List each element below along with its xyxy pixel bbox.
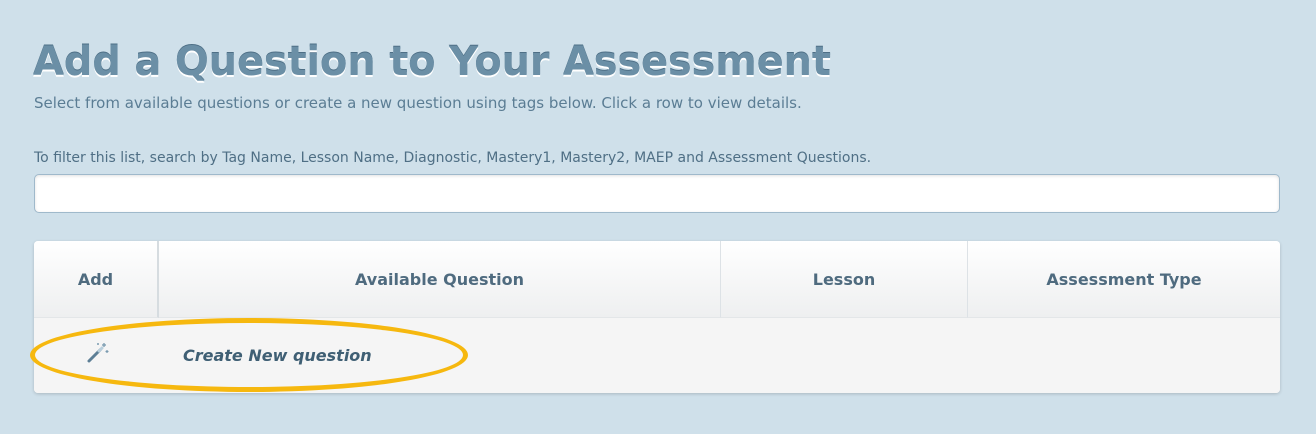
questions-table: Add Available Question Lesson Assessment… — [34, 241, 1280, 393]
create-new-question-link[interactable]: Create New question — [183, 346, 372, 365]
assessment-type-cell — [968, 318, 1280, 393]
column-header-available-question[interactable]: Available Question — [159, 241, 721, 318]
filter-label: To filter this list, search by Tag Name,… — [34, 150, 872, 166]
column-header-assessment-type[interactable]: Assessment Type — [968, 241, 1280, 318]
column-header-add[interactable]: Add — [34, 241, 159, 318]
lesson-cell — [721, 318, 968, 393]
column-header-lesson[interactable]: Lesson — [721, 241, 968, 318]
available-question-cell[interactable]: Create New question — [159, 318, 721, 393]
table-row[interactable]: Create New question — [34, 318, 1280, 393]
table-header-row: Add Available Question Lesson Assessment… — [34, 241, 1280, 318]
magic-wand-icon[interactable] — [84, 340, 110, 366]
add-cell[interactable] — [34, 318, 159, 393]
page-subtitle: Select from available questions or creat… — [34, 94, 802, 112]
page-title: Add a Question to Your Assessment — [33, 39, 831, 85]
filter-search-input[interactable] — [34, 174, 1280, 213]
